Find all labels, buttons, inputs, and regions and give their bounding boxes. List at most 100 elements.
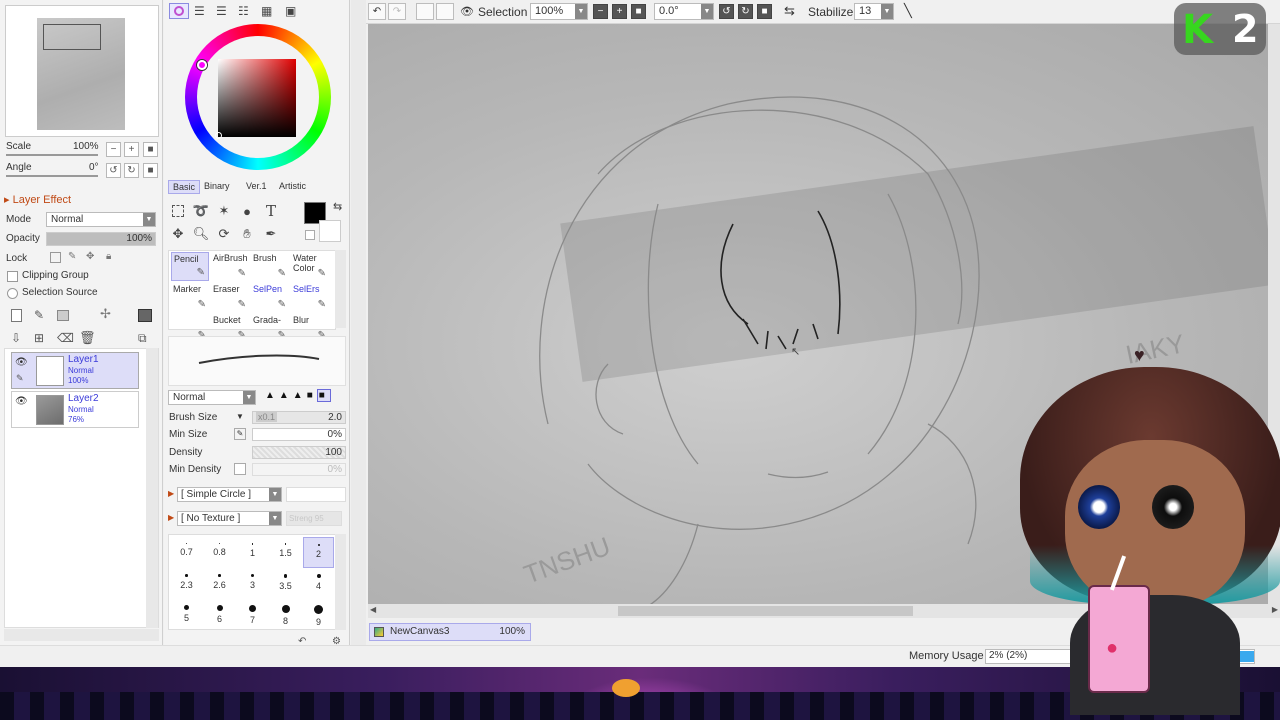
blend-mode-select[interactable]: Normal ▼ (168, 390, 256, 405)
rect-select-icon[interactable] (168, 201, 188, 221)
swatch-mode-button[interactable]: ▦ (261, 4, 272, 18)
hue-marker[interactable] (197, 60, 207, 70)
lock-move-icon[interactable]: ✥ (86, 251, 94, 262)
stabilizer-select[interactable]: 13 ▼ (854, 3, 894, 20)
layer-row[interactable]: 👁︎ Layer2 Normal 76% (11, 391, 139, 428)
mask-layer-icon[interactable] (138, 309, 152, 322)
size-preset[interactable]: 9 (303, 599, 334, 630)
hand-tool-icon[interactable]: ✋︎ (237, 224, 257, 244)
brush-size-multiplier[interactable]: x0.1 (256, 412, 278, 422)
brush-tool-0[interactable]: Pencil ✎ (171, 252, 209, 281)
preset-scrollbar[interactable] (335, 534, 346, 630)
deselect-button[interactable] (416, 3, 434, 20)
brush-tool-1[interactable]: AirBrush ✎ (211, 252, 249, 281)
rotate-tool-icon[interactable]: ⟳ (214, 224, 234, 244)
brush-tip-shape-buttons[interactable]: ▲▲▲■ ■ (262, 389, 346, 405)
text-tool-icon[interactable]: T (261, 201, 281, 221)
lock-all-icon[interactable]: 🔒︎ (106, 251, 111, 262)
lock-paint-icon[interactable]: ✎ (68, 251, 76, 262)
brush-tool-7[interactable]: SelErs ✎ (291, 283, 329, 312)
zoom-select[interactable]: 100% ▼ (530, 3, 588, 20)
scale-slider[interactable] (6, 154, 98, 156)
select-pen-icon[interactable]: ● (237, 201, 257, 221)
transfer-down-icon[interactable]: ⇩ (11, 331, 21, 345)
navigator-view-rect[interactable] (43, 24, 101, 50)
size-preset[interactable]: 1.5 (270, 537, 301, 568)
layer-hscrollbar[interactable] (4, 629, 159, 641)
size-preset[interactable]: 4 (303, 568, 334, 599)
delete-layer-icon[interactable]: 🗑︎ (79, 330, 96, 346)
magic-wand-icon[interactable]: ✶ (214, 201, 234, 221)
swap-colors-icon[interactable]: ⇆ (333, 200, 342, 213)
layer-row[interactable]: 👁︎ ✎ Layer1 Normal 100% (11, 352, 139, 389)
color-wheel-mode-button[interactable] (169, 3, 189, 19)
redo-button[interactable]: ↷ (388, 3, 406, 20)
straight-line-icon[interactable]: ╲ (904, 3, 912, 19)
opacity-slider[interactable]: 100% (46, 232, 156, 246)
panel-splitter[interactable] (351, 0, 366, 650)
layer-layout-icon[interactable]: ⧉ (138, 331, 147, 346)
secondary-color-swatch[interactable] (319, 220, 341, 242)
rotate-right-button[interactable]: ↻ (124, 163, 139, 178)
texture-expand-icon[interactable]: ▶ (168, 513, 174, 522)
zoom-out-button[interactable]: − (106, 142, 121, 157)
toolbar-zoom-out-button[interactable]: − (593, 4, 608, 19)
new-folder-icon[interactable] (57, 310, 69, 321)
layer-scrollbar[interactable] (146, 348, 158, 628)
tab-binary[interactable]: Binary (204, 181, 230, 191)
size-preset[interactable]: 7 (237, 599, 268, 630)
flip-horizontal-icon[interactable]: ⇆ (784, 3, 795, 19)
rgb-slider-mode-button[interactable]: ☰ (194, 4, 205, 18)
size-preset[interactable]: 6 (204, 599, 235, 630)
toolbar-rotate-left-button[interactable]: ↺ (719, 4, 734, 19)
size-preset[interactable]: 1 (237, 537, 268, 568)
toolbar-rotate-reset-button[interactable]: ■ (757, 4, 772, 19)
eye-icon[interactable]: 👁︎ (15, 357, 28, 368)
rotate-left-button[interactable]: ↺ (106, 163, 121, 178)
canvas-tab[interactable]: NewCanvas3 100% (369, 623, 531, 641)
lasso-icon[interactable]: ➰ (191, 201, 211, 221)
scroll-left-icon[interactable]: ◀ (370, 605, 376, 614)
brush-tool-4[interactable]: Marker ✎ (171, 283, 209, 312)
density-slider[interactable]: 100 (252, 446, 346, 459)
brush-tool-2[interactable]: Brush ✎ (251, 252, 289, 281)
zoom-in-button[interactable]: + (124, 142, 139, 157)
zoom-reset-button[interactable]: ■ (143, 142, 158, 157)
merge-down-icon[interactable]: ⊞ (34, 331, 44, 345)
texture-select[interactable]: [ No Texture ] ▼ (177, 511, 282, 526)
shape-strength-field[interactable] (286, 487, 346, 502)
saturation-value-square[interactable] (218, 59, 296, 137)
size-preset[interactable]: 3 (237, 568, 268, 599)
selection-source-checkbox[interactable] (7, 288, 18, 299)
transparent-color-icon[interactable] (305, 230, 315, 240)
hsv-slider-mode-button[interactable]: ☰ (216, 4, 227, 18)
mixer-mode-button[interactable]: ☷ (238, 4, 249, 18)
brush-tool-3[interactable]: Water Color ✎ (291, 252, 329, 281)
new-linework-layer-icon[interactable]: ✎ (34, 308, 44, 322)
toolbar-zoom-reset-button[interactable]: ■ (631, 4, 646, 19)
layer-effect-title[interactable]: ▸ Layer Effect (4, 193, 71, 206)
selection-eye-icon[interactable]: 👁︎ (460, 5, 474, 18)
size-preset[interactable]: 0.7 (171, 537, 202, 568)
layer-effect-icon[interactable]: ✢ (100, 306, 111, 322)
clear-layer-icon[interactable]: ⌫ (57, 331, 74, 345)
brush-size-chevron-icon[interactable]: ▼ (236, 412, 244, 421)
eye-icon[interactable]: 👁︎ (15, 396, 28, 407)
tab-basic[interactable]: Basic (168, 180, 200, 194)
mode-select[interactable]: Normal ▼ (46, 212, 156, 227)
pressure-density-checkbox[interactable] (234, 463, 246, 475)
zoom-tool-icon[interactable]: 🔍︎ (191, 224, 211, 244)
angle-slider[interactable] (6, 175, 98, 177)
size-preset[interactable]: 0.8 (204, 537, 235, 568)
scratchpad-mode-button[interactable]: ▣ (285, 4, 296, 18)
size-preset[interactable]: 2 (303, 537, 334, 568)
undo-button[interactable]: ↶ (368, 3, 386, 20)
brush-grid-scrollbar[interactable] (335, 250, 346, 328)
lock-transparency-icon[interactable] (50, 252, 61, 263)
navigator-preview[interactable] (5, 5, 159, 137)
tab-ver1[interactable]: Ver.1 (246, 181, 267, 191)
brush-tool-5[interactable]: Eraser ✎ (211, 283, 249, 312)
new-layer-icon[interactable] (11, 309, 22, 322)
eyedropper-icon[interactable]: ✒ (261, 224, 281, 244)
hscroll-thumb[interactable] (618, 606, 913, 616)
